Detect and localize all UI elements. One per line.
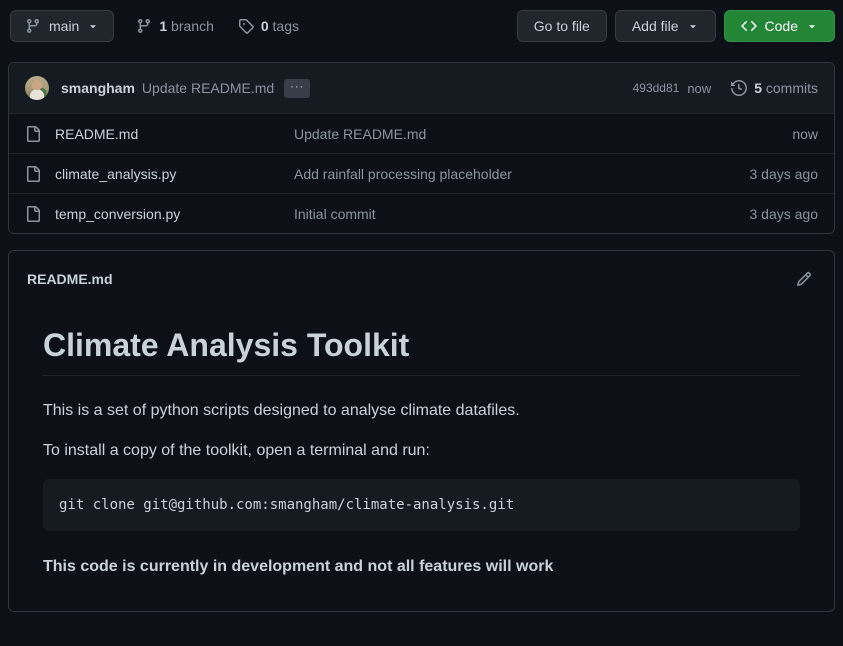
tags-link[interactable]: 0 tags bbox=[238, 18, 299, 34]
readme-content: Climate Analysis Toolkit This is a set o… bbox=[9, 287, 834, 611]
file-name-link[interactable]: temp_conversion.py bbox=[55, 206, 294, 222]
readme-paragraph: This is a set of python scripts designed… bbox=[43, 399, 800, 423]
repo-page: main 1 branch 0 tags Go to file bbox=[0, 0, 843, 646]
commit-timestamp: now bbox=[687, 81, 711, 96]
file-commit-message-link[interactable]: Update README.md bbox=[294, 126, 776, 142]
toolbar-actions: Go to file Add file Code bbox=[517, 10, 835, 42]
code-button-label: Code bbox=[765, 16, 798, 36]
file-icon bbox=[25, 126, 41, 142]
git-branch-icon bbox=[136, 18, 152, 34]
edit-readme-button[interactable] bbox=[792, 271, 816, 287]
branches-link[interactable]: 1 branch bbox=[136, 18, 214, 34]
file-age: now bbox=[792, 126, 818, 142]
table-row: README.md Update README.md now bbox=[9, 113, 834, 153]
goto-file-button[interactable]: Go to file bbox=[517, 10, 607, 42]
add-file-button[interactable]: Add file bbox=[615, 10, 716, 42]
avatar[interactable] bbox=[25, 76, 49, 100]
commit-author-link[interactable]: smangham bbox=[61, 80, 135, 96]
git-branch-icon bbox=[25, 18, 41, 34]
readme-note: This code is currently in development an… bbox=[43, 555, 800, 579]
chevron-down-icon bbox=[687, 20, 699, 32]
table-row: climate_analysis.py Add rainfall process… bbox=[9, 153, 834, 193]
code-button[interactable]: Code bbox=[724, 10, 835, 42]
branch-count: 1 bbox=[159, 18, 167, 34]
add-file-label: Add file bbox=[632, 16, 679, 36]
tag-count-label: tags bbox=[273, 18, 299, 34]
latest-commit-bar: smangham Update README.md ··· 493dd81 no… bbox=[9, 63, 834, 113]
tag-count: 0 bbox=[261, 18, 269, 34]
history-icon bbox=[731, 80, 747, 96]
files-panel: smangham Update README.md ··· 493dd81 no… bbox=[8, 62, 835, 234]
repo-stats: 1 branch 0 tags bbox=[136, 18, 299, 34]
file-icon bbox=[25, 166, 41, 182]
file-name-link[interactable]: climate_analysis.py bbox=[55, 166, 294, 182]
goto-file-label: Go to file bbox=[534, 16, 590, 36]
file-commit-message-link[interactable]: Add rainfall processing placeholder bbox=[294, 166, 734, 182]
chevron-down-icon bbox=[806, 20, 818, 32]
file-name-link[interactable]: README.md bbox=[55, 126, 294, 142]
pencil-icon bbox=[796, 271, 812, 287]
file-icon bbox=[25, 206, 41, 222]
branch-count-label: branch bbox=[171, 18, 214, 34]
chevron-down-icon bbox=[87, 20, 99, 32]
commit-history-link[interactable]: 5 commits bbox=[731, 80, 818, 96]
file-commit-message-link[interactable]: Initial commit bbox=[294, 206, 734, 222]
commits-count: 5 bbox=[754, 80, 762, 96]
table-row: temp_conversion.py Initial commit 3 days… bbox=[9, 193, 834, 233]
readme-panel: README.md Climate Analysis Toolkit This … bbox=[8, 250, 835, 612]
file-age: 3 days ago bbox=[750, 166, 819, 182]
readme-filename: README.md bbox=[27, 271, 113, 287]
commit-sha-link[interactable]: 493dd81 bbox=[633, 81, 680, 95]
code-icon bbox=[741, 18, 757, 34]
readme-paragraph: To install a copy of the toolkit, open a… bbox=[43, 439, 800, 463]
commits-label: commits bbox=[766, 80, 818, 96]
branch-name: main bbox=[49, 16, 79, 36]
readme-header: README.md bbox=[9, 251, 834, 287]
commit-message-link[interactable]: Update README.md bbox=[142, 80, 274, 96]
repo-toolbar: main 1 branch 0 tags Go to file bbox=[0, 0, 843, 42]
branch-selector[interactable]: main bbox=[10, 10, 114, 42]
tag-icon bbox=[238, 18, 254, 34]
file-age: 3 days ago bbox=[750, 206, 819, 222]
readme-heading: Climate Analysis Toolkit bbox=[43, 325, 800, 376]
commit-meta: 493dd81 now 5 commits bbox=[633, 80, 818, 96]
commit-description-toggle[interactable]: ··· bbox=[284, 79, 310, 98]
readme-code-block[interactable]: git clone git@github.com:smangham/climat… bbox=[43, 479, 800, 531]
